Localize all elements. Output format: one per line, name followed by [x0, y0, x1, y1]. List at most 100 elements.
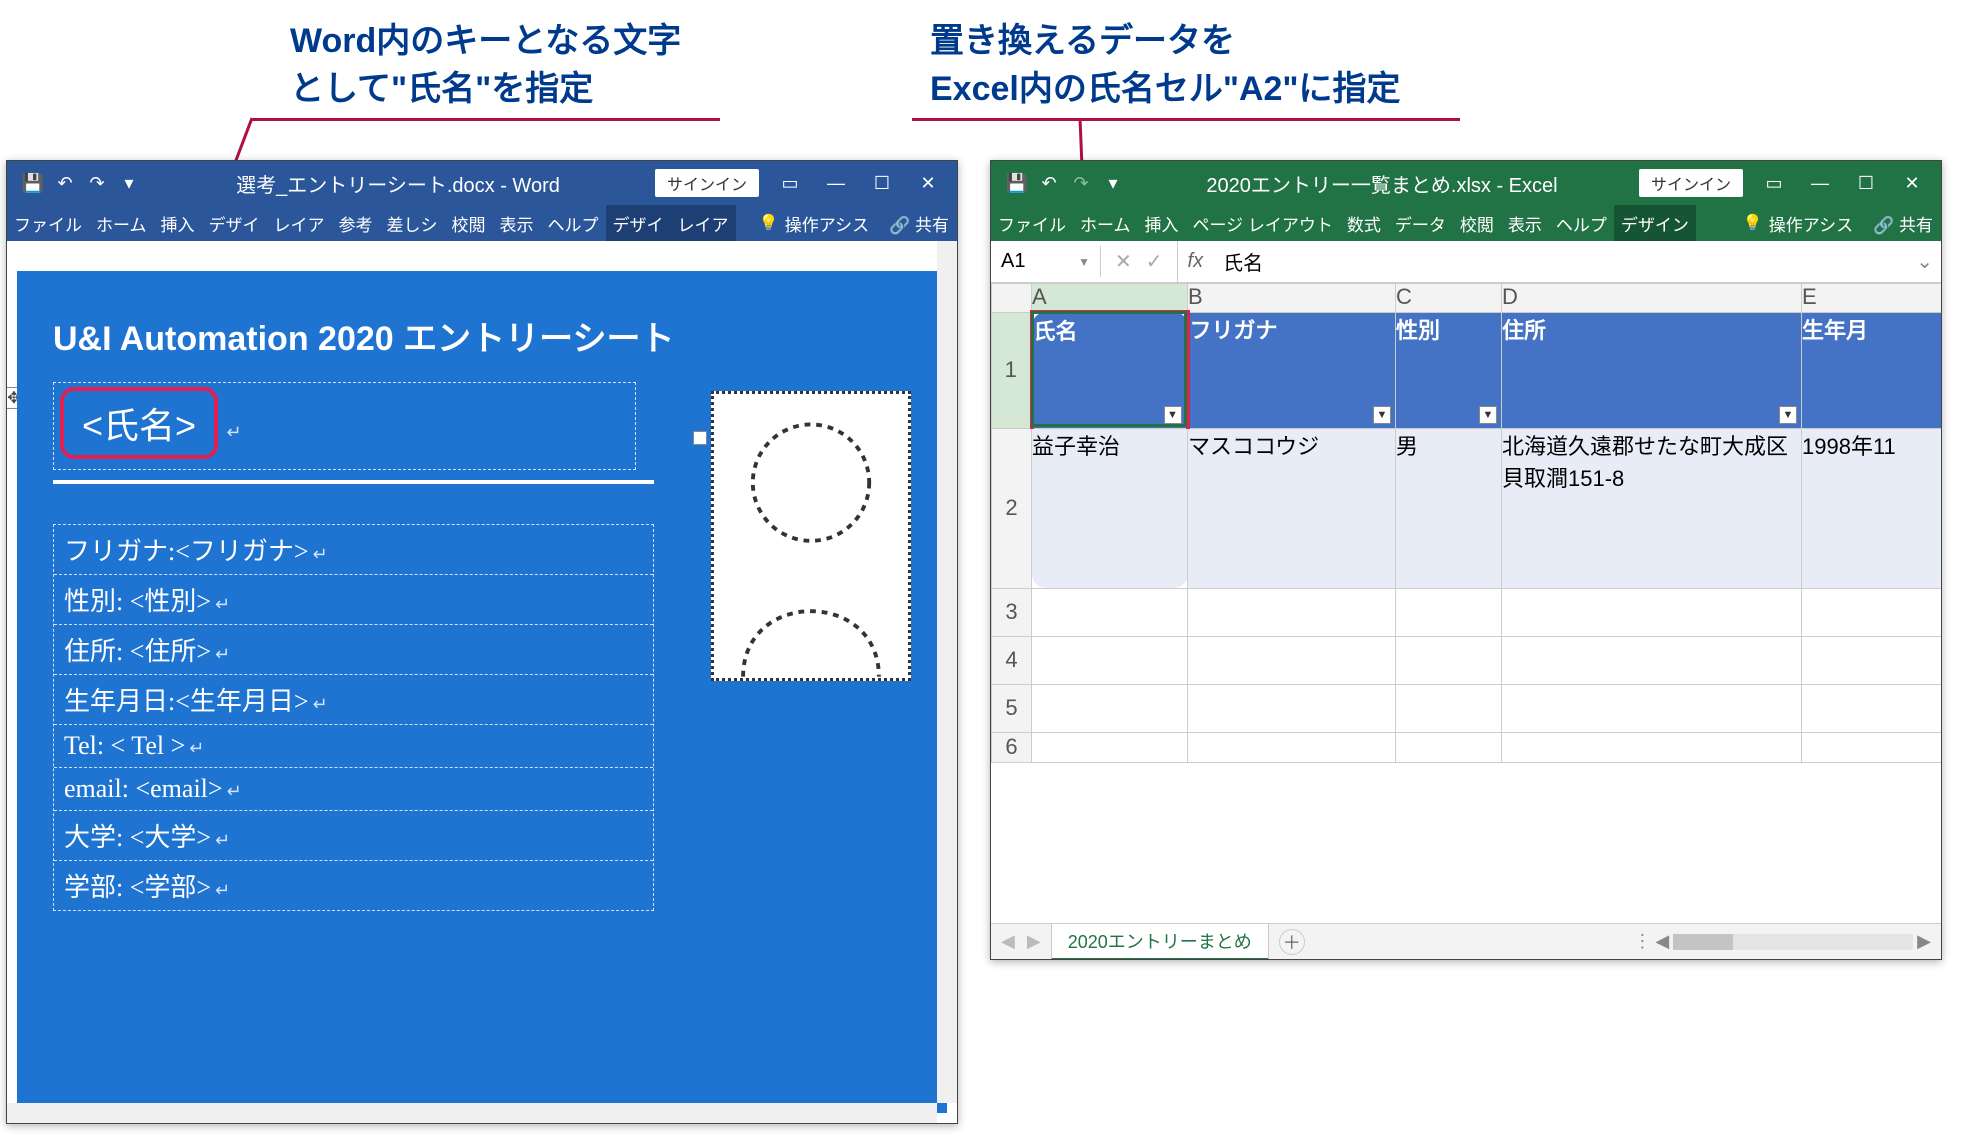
name-box[interactable]: A1 ▼ [991, 246, 1101, 277]
excel-signin-button[interactable]: サインイン [1639, 169, 1743, 197]
horizontal-scrollbar[interactable] [7, 1103, 937, 1123]
header-furigana[interactable]: フリガナ ▼ [1188, 312, 1396, 428]
cell-e6[interactable] [1802, 732, 1942, 762]
row-header-5[interactable]: 5 [992, 684, 1032, 732]
tab-file[interactable]: ファイル [7, 205, 89, 242]
tab-help[interactable]: ヘルプ [1549, 205, 1614, 242]
tab-table-design[interactable]: デザイ [606, 205, 671, 242]
expand-formula-bar-icon[interactable]: ⌄ [1908, 249, 1941, 274]
cell-d5[interactable] [1502, 684, 1802, 732]
cell-b2[interactable]: マスココウジ [1188, 428, 1396, 588]
tell-me-icon[interactable]: 💡 [1743, 213, 1763, 233]
col-header-a[interactable]: A [1032, 284, 1188, 313]
ribbon-display-icon[interactable]: ▭ [767, 161, 813, 205]
row-header-3[interactable]: 3 [992, 588, 1032, 636]
tab-table-design[interactable]: デザイン [1614, 205, 1696, 242]
tab-home[interactable]: ホーム [1073, 205, 1138, 242]
maximize-icon[interactable]: ☐ [859, 161, 905, 205]
undo-icon[interactable]: ↶ [55, 173, 75, 193]
header-gender[interactable]: 性別 ▼ [1396, 312, 1502, 428]
cell-c2[interactable]: 男 [1396, 428, 1502, 588]
tab-layout[interactable]: レイア [267, 205, 332, 242]
cell-a5[interactable] [1032, 684, 1188, 732]
name-box-dropdown-icon[interactable]: ▼ [1078, 255, 1090, 269]
filter-icon[interactable]: ▼ [1779, 406, 1797, 424]
close-icon[interactable]: ✕ [905, 161, 951, 205]
cell-d2[interactable]: 北海道久遠郡せたな町大成区貝取澗151-8 [1502, 428, 1802, 588]
row-header-6[interactable]: 6 [992, 732, 1032, 762]
formula-bar-expand-icon[interactable] [1919, 869, 1939, 883]
cell-c5[interactable] [1396, 684, 1502, 732]
row-header-4[interactable]: 4 [992, 636, 1032, 684]
tab-home[interactable]: ホーム [89, 205, 154, 242]
tab-data[interactable]: データ [1388, 205, 1453, 242]
tab-references[interactable]: 参考 [332, 205, 380, 242]
tab-formulas[interactable]: 数式 [1340, 205, 1388, 242]
col-header-b[interactable]: B [1188, 284, 1396, 313]
cell-b6[interactable] [1188, 732, 1396, 762]
field-university[interactable]: 大学: <大学>↵ [54, 811, 653, 861]
share-button[interactable]: 🔗 共有 [1873, 211, 1933, 236]
field-tel[interactable]: Tel: < Tel >↵ [54, 725, 653, 768]
word-fields-table[interactable]: フリガナ:<フリガナ>↵ 性別: <性別>↵ 住所: <住所>↵ 生年月日:<生… [53, 524, 654, 911]
tab-review[interactable]: 校閲 [445, 205, 493, 242]
word-signin-button[interactable]: サインイン [655, 169, 759, 197]
tab-table-layout[interactable]: レイア [671, 205, 736, 242]
field-faculty[interactable]: 学部: <学部>↵ [54, 861, 653, 910]
enter-formula-icon[interactable]: ✓ [1146, 249, 1163, 274]
table-resize-handle[interactable] [693, 431, 707, 445]
formula-input[interactable]: 氏名 [1213, 247, 1908, 276]
minimize-icon[interactable]: — [813, 161, 859, 205]
photo-placeholder[interactable] [711, 391, 911, 681]
cell-e5[interactable] [1802, 684, 1942, 732]
field-furigana[interactable]: フリガナ:<フリガナ>↵ [54, 525, 653, 575]
field-birthdate[interactable]: 生年月日:<生年月日>↵ [54, 675, 653, 725]
cell-b3[interactable] [1188, 588, 1396, 636]
excel-grid[interactable]: A B C D E 1 氏名 ▼ フリガナ ▼ 性別 ▼ [991, 283, 1941, 923]
scroll-left-icon[interactable]: ◀ [1655, 931, 1669, 952]
scroll-track[interactable] [1673, 934, 1913, 950]
row-header-2[interactable]: 2 [992, 428, 1032, 588]
cell-b5[interactable] [1188, 684, 1396, 732]
tab-insert[interactable]: 挿入 [154, 205, 202, 242]
filter-icon[interactable]: ▼ [1373, 406, 1391, 424]
undo-icon[interactable]: ↶ [1039, 173, 1059, 193]
cell-e3[interactable] [1802, 588, 1942, 636]
save-icon[interactable]: 💾 [1007, 173, 1027, 193]
col-header-d[interactable]: D [1502, 284, 1802, 313]
minimize-icon[interactable]: — [1797, 161, 1843, 205]
scroll-right-icon[interactable]: ▶ [1917, 931, 1931, 952]
new-sheet-button[interactable]: ＋ [1279, 929, 1305, 955]
tab-insert[interactable]: 挿入 [1138, 205, 1186, 242]
header-shimei[interactable]: 氏名 ▼ [1032, 312, 1188, 428]
cell-e4[interactable] [1802, 636, 1942, 684]
field-email[interactable]: email: <email>↵ [54, 768, 653, 811]
redo-icon[interactable]: ↷ [1071, 173, 1091, 193]
word-document-area[interactable]: ✥ U&I Automation 2020 エントリーシート <氏名> ↵ フリ… [7, 241, 957, 1123]
col-header-e[interactable]: E [1802, 284, 1942, 313]
tell-me-label[interactable]: 操作アシス [1769, 211, 1853, 236]
cell-a3[interactable] [1032, 588, 1188, 636]
redo-icon[interactable]: ↷ [87, 173, 107, 193]
sheet-nav-prev-icon[interactable]: ◀ [1001, 931, 1015, 952]
field-gender[interactable]: 性別: <性別>↵ [54, 575, 653, 625]
tell-me-icon[interactable]: 💡 [759, 213, 779, 233]
cell-e2[interactable]: 1998年11 [1802, 428, 1942, 588]
cell-d4[interactable] [1502, 636, 1802, 684]
tell-me-label[interactable]: 操作アシス [785, 211, 869, 236]
share-button[interactable]: 🔗 共有 [889, 211, 949, 236]
sheet-tab[interactable]: 2020エントリーまとめ [1051, 923, 1269, 961]
sheet-nav-next-icon[interactable]: ▶ [1027, 931, 1041, 952]
tab-view[interactable]: 表示 [493, 205, 541, 242]
filter-icon[interactable]: ▼ [1479, 406, 1497, 424]
vertical-scrollbar[interactable] [937, 241, 957, 1103]
header-birthdate[interactable]: 生年月 [1802, 312, 1942, 428]
tab-file[interactable]: ファイル [991, 205, 1073, 242]
filter-icon[interactable]: ▼ [1164, 406, 1182, 424]
cancel-formula-icon[interactable]: ✕ [1115, 249, 1132, 274]
cell-a2[interactable]: 益子幸治 [1032, 428, 1188, 588]
maximize-icon[interactable]: ☐ [1843, 161, 1889, 205]
cell-d6[interactable] [1502, 732, 1802, 762]
cell-c3[interactable] [1396, 588, 1502, 636]
row-header-1[interactable]: 1 [992, 312, 1032, 428]
